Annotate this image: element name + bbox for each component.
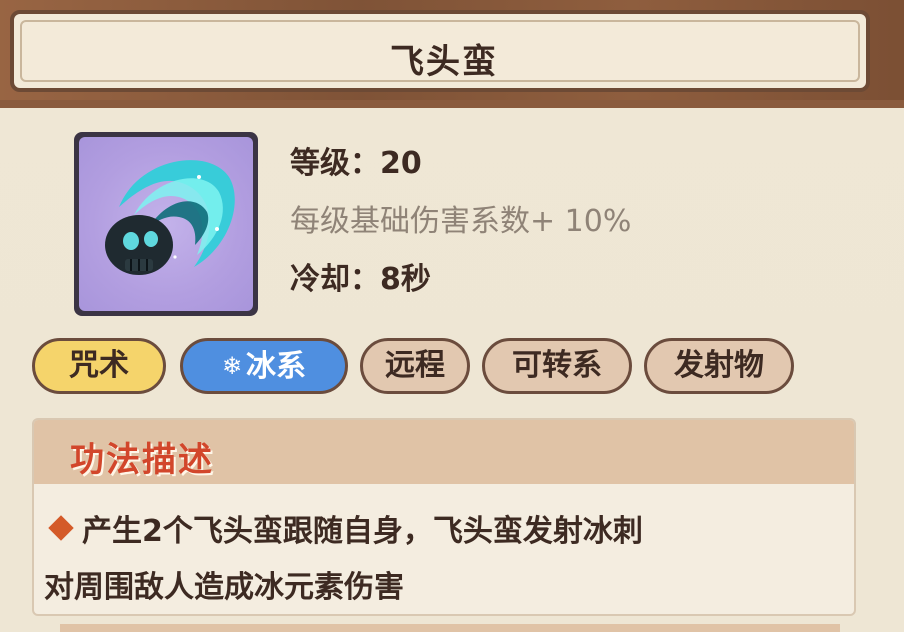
tag-ranged[interactable]: 远程 [360,338,470,394]
title-frame: 飞头蛮 [10,10,870,92]
skill-cooldown: 冷却：8秒 [290,262,431,297]
description-line-1: 产生2个飞头蛮跟随自身，飞头蛮发射冰刺 [44,504,844,560]
skill-icon-frame [74,132,258,316]
description-line-2: 对周围敌人造成冰元素伤害 [44,570,404,605]
skill-name: 飞头蛮 [390,42,498,82]
header-bar: 飞头蛮 [0,0,904,108]
description-title: 功法描述 [70,440,214,480]
description-text: 产生2个飞头蛮跟随自身，飞头蛮发射冰刺 对周围敌人造成冰元素伤害 [44,504,844,614]
description-panel: 功法描述 产生2个飞头蛮跟随自身，飞头蛮发射冰刺 对周围敌人造成冰元素伤害 [32,418,856,616]
tag-ice-label: 冰系 [246,349,307,384]
tag-spell[interactable]: 咒术 [32,338,166,394]
tag-convertible[interactable]: 可转系 [482,338,632,394]
snowflake-icon: ❄ [221,352,243,380]
tag-ice[interactable]: ❄ 冰系 [180,338,348,394]
skill-detail-panel: 飞头蛮 等级：20 每级基础伤害系数+ 10% 冷却：8秒 咒术 ❄ 冰系 远程… [0,0,904,632]
skill-growth: 每级基础伤害系数+ 10% [290,204,632,239]
skill-level: 等级：20 [290,146,422,181]
next-panel-edge [60,624,840,632]
description-line-1-text: 产生2个飞头蛮跟随自身，飞头蛮发射冰刺 [82,514,643,549]
tag-projectile[interactable]: 发射物 [644,338,794,394]
flying-skull-icon [79,137,253,311]
diamond-bullet-icon [48,515,74,541]
description-header: 功法描述 [34,420,854,484]
